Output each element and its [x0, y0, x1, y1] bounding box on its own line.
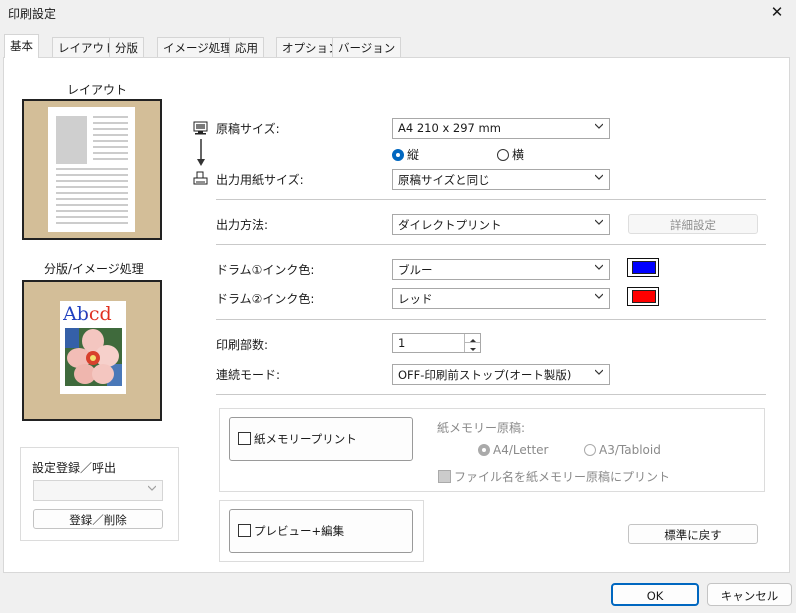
copies-stepper[interactable]: 1: [392, 333, 481, 353]
chevron-down-icon: [148, 484, 156, 492]
tab-image-processing[interactable]: イメージ処理: [157, 37, 238, 57]
layout-page: [48, 107, 135, 232]
printer-icon: [193, 171, 208, 189]
original-size-select[interactable]: A4 210 x 297 mm: [392, 118, 610, 139]
drum2-color-swatch: [627, 287, 659, 306]
radio-dot-a3-tabloid[interactable]: [584, 444, 596, 456]
tab-advanced[interactable]: 応用: [229, 37, 264, 57]
register-title: 設定登録／呼出: [32, 461, 117, 475]
layout-preview: [22, 99, 162, 240]
radio-dot-landscape[interactable]: [497, 149, 509, 161]
chevron-down-icon: [595, 292, 603, 300]
copies-down-button[interactable]: [464, 343, 480, 352]
copies-up-button[interactable]: [464, 334, 480, 343]
divider: [216, 319, 766, 320]
chevron-down-icon: [595, 368, 603, 376]
paper-memory-print-button[interactable]: 紙メモリープリント: [229, 417, 413, 461]
layout-page-drawing: [56, 116, 128, 224]
original-size-label: 原稿サイズ:: [216, 122, 280, 136]
ok-button[interactable]: OK: [611, 583, 699, 606]
arrow-down-icon: [196, 139, 206, 170]
drum1-color-swatch: [627, 258, 659, 277]
drum1-color-fill: [632, 261, 656, 274]
drum2-color-select[interactable]: レッド: [392, 288, 610, 309]
register-select[interactable]: [33, 480, 163, 501]
print-filename-checkbox[interactable]: [438, 470, 451, 483]
preview-edit-button[interactable]: プレビュー+編集: [229, 509, 413, 553]
radio-dot-a4-letter[interactable]: [478, 444, 490, 456]
window-title: 印刷設定: [8, 7, 57, 21]
register-delete-button[interactable]: 登録／削除: [33, 509, 163, 529]
tab-version[interactable]: バージョン: [332, 37, 402, 57]
divider: [216, 199, 766, 200]
output-paper-size-label: 出力用紙サイズ:: [216, 173, 304, 187]
radio-a4-letter[interactable]: A4/Letter: [478, 443, 548, 457]
preview-checkbox[interactable]: [238, 524, 251, 537]
tab-separation[interactable]: 分版: [109, 37, 144, 57]
radio-portrait[interactable]: 縦: [392, 146, 419, 163]
copies-value[interactable]: 1: [398, 336, 405, 350]
output-paper-size-select[interactable]: 原稿サイズと同じ: [392, 169, 610, 190]
monitor-icon: [193, 121, 208, 138]
separation-caption: 分版/イメージ処理: [44, 262, 144, 276]
separation-preview: Abcd: [22, 280, 162, 421]
flower-image: [65, 328, 122, 386]
sample-text: Abcd: [63, 303, 112, 325]
radio-a3-tabloid[interactable]: A3/Tabloid: [584, 443, 661, 457]
cancel-button[interactable]: キャンセル: [707, 583, 792, 606]
copies-label: 印刷部数:: [216, 338, 269, 352]
drum1-label: ドラム①インク色:: [216, 263, 315, 277]
separation-page: Abcd: [60, 301, 126, 394]
continuous-mode-label: 連続モード:: [216, 368, 281, 382]
drum2-label: ドラム②インク色:: [216, 292, 315, 306]
chevron-down-icon: [595, 122, 603, 130]
continuous-mode-select[interactable]: OFF-印刷前ストップ(オート製版): [392, 364, 610, 385]
paper-memory-original-label: 紙メモリー原稿:: [437, 421, 526, 435]
drum2-color-fill: [632, 290, 656, 303]
chevron-down-icon: [595, 263, 603, 271]
output-method-label: 出力方法:: [216, 218, 269, 232]
divider: [216, 394, 766, 395]
reset-defaults-button[interactable]: 標準に戻す: [628, 524, 758, 544]
paper-memory-checkbox[interactable]: [238, 432, 251, 445]
detail-settings-button[interactable]: 詳細設定: [628, 214, 758, 234]
close-icon[interactable]: ✕: [766, 2, 788, 24]
drum1-color-select[interactable]: ブルー: [392, 259, 610, 280]
radio-dot-portrait[interactable]: [392, 149, 404, 161]
tab-basic[interactable]: 基本: [4, 34, 39, 58]
print-filename-check[interactable]: ファイル名を紙メモリー原稿にプリント: [438, 468, 670, 485]
chevron-down-icon: [595, 218, 603, 226]
chevron-down-icon: [595, 173, 603, 181]
layout-caption: レイアウト: [67, 83, 128, 97]
output-method-select[interactable]: ダイレクトプリント: [392, 214, 610, 235]
radio-landscape[interactable]: 横: [497, 146, 524, 163]
divider: [216, 244, 766, 245]
title-bar: 印刷設定 ✕: [0, 0, 796, 26]
